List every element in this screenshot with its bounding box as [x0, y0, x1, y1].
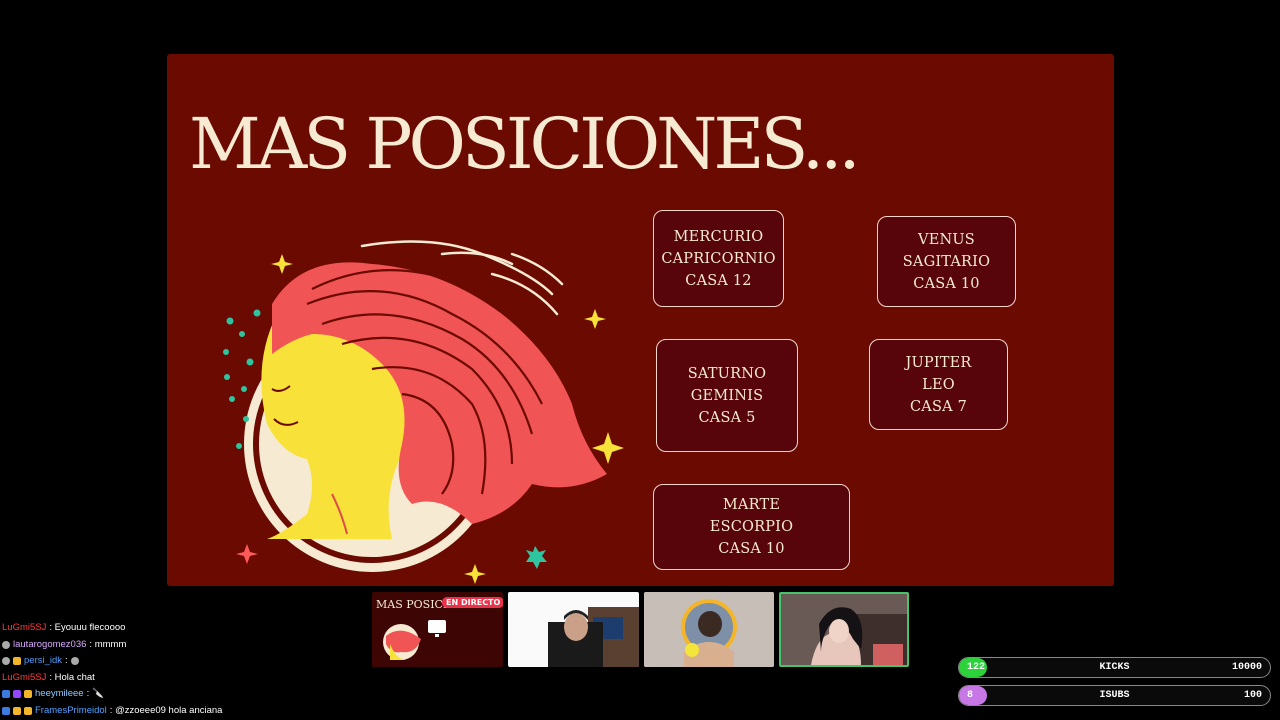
planet-label: JUPITER — [905, 354, 972, 371]
house-label: CASA 7 — [909, 398, 967, 415]
woman-profile-illustration — [223, 240, 624, 584]
chat-username: heeymileee — [35, 688, 84, 699]
sign-label: LEO — [922, 376, 955, 393]
chat-message: heeymileee : 🔪 — [2, 686, 362, 703]
chat-username: LuGmi5SJ — [2, 622, 47, 633]
house-label: CASA 5 — [698, 409, 756, 426]
kicks-label: KICKS — [1099, 662, 1130, 673]
house-label: CASA 10 — [718, 541, 785, 557]
kicks-goal-bar: 122 KICKS 10000 — [958, 657, 1271, 678]
camera-image — [781, 594, 907, 665]
chat-message: lautarogomez036 : mmmm — [2, 637, 362, 654]
position-box-mercurio: MERCURIO CAPRICORNIO CASA 12 — [653, 210, 784, 307]
scene-thumbnail-camera[interactable] — [779, 592, 909, 667]
emote-icon — [70, 657, 79, 666]
chat-username: lautarogomez036 — [13, 638, 87, 650]
crown-badge-icon — [24, 706, 32, 715]
scene-thumbnail-webcam[interactable] — [508, 592, 639, 667]
user-badge-icon — [2, 657, 10, 666]
monitor-icon — [428, 620, 446, 637]
chat-text: : Hola chat — [49, 671, 95, 683]
planet-label: VENUS — [918, 231, 975, 248]
scene-thumbnail-avatar[interactable] — [644, 592, 774, 667]
house-label: CASA 10 — [913, 275, 980, 292]
live-badge: EN DIRECTO — [442, 597, 503, 608]
sign-label: GEMINIS — [690, 387, 764, 404]
subs-label: ISUBS — [1099, 690, 1130, 701]
chat-username: LuGmi5SJ — [2, 671, 47, 683]
webcam-image — [508, 592, 639, 667]
chat-text: : @zzoeee09 hola anciana — [109, 704, 223, 716]
chat-text: : Eyouuu flecoooo — [49, 622, 126, 633]
chat-message: FramesPrimeidol : @zzoeee09 hola anciana — [2, 703, 362, 720]
knife-emote-icon: 🔪 — [92, 688, 105, 699]
chat-text: : — [65, 655, 68, 666]
stream-canvas: MAS POSICIONES... MERCURIO CAPRICORNIO C… — [0, 0, 1280, 720]
subscriber-badge-icon — [13, 657, 21, 666]
subscriber-badge-icon — [13, 706, 21, 715]
chat-username: persi_idk — [24, 655, 63, 666]
position-box-saturno: SATURNO GEMINIS CASA 5 — [656, 339, 798, 452]
sign-label: ESCORPIO — [709, 519, 794, 535]
subs-goal-bar: 8 ISUBS 100 — [958, 685, 1271, 706]
subs-target: 100 — [1243, 690, 1262, 701]
chat-text: : mmmm — [89, 638, 127, 650]
scene-thumbnail-slide[interactable]: MAS POSICIO EN DIRECTO — [372, 592, 503, 667]
kicks-target: 10000 — [1231, 662, 1262, 673]
planet-label: MERCURIO — [673, 228, 764, 245]
mini-illustration — [383, 624, 421, 660]
planet-label: SATURNO — [687, 365, 767, 382]
position-box-jupiter: JUPITER LEO CASA 7 — [869, 339, 1008, 430]
chat-message: LuGmi5SJ : Hola chat — [2, 670, 362, 687]
chat-message: persi_idk : — [2, 653, 362, 670]
chat-text: : — [86, 688, 90, 699]
position-box-marte: MARTE ESCORPIO CASA 10 — [653, 484, 850, 570]
verified-badge-icon — [2, 690, 10, 699]
sign-label: CAPRICORNIO — [661, 250, 776, 267]
presentation-slide: MAS POSICIONES... MERCURIO CAPRICORNIO C… — [167, 54, 1114, 586]
chat-message: LuGmi5SJ : Eyouuu flecoooo — [2, 620, 362, 637]
chat-overlay: LuGmi5SJ : Eyouuu flecoooo lautarogomez0… — [2, 620, 362, 719]
verified-badge-icon — [2, 706, 10, 715]
position-box-venus: VENUS SAGITARIO CASA 10 — [877, 216, 1016, 307]
chat-username: FramesPrimeidol — [35, 704, 107, 716]
sign-label: SAGITARIO — [902, 253, 991, 270]
subscriber-badge-icon — [24, 690, 32, 699]
gift-badge-icon — [13, 690, 21, 699]
house-label: CASA 12 — [685, 272, 752, 289]
planet-label: MARTE — [722, 497, 781, 513]
avatar-image — [644, 592, 774, 667]
user-badge-icon — [2, 640, 10, 649]
slide-title: MAS POSICIONES... — [189, 103, 861, 185]
